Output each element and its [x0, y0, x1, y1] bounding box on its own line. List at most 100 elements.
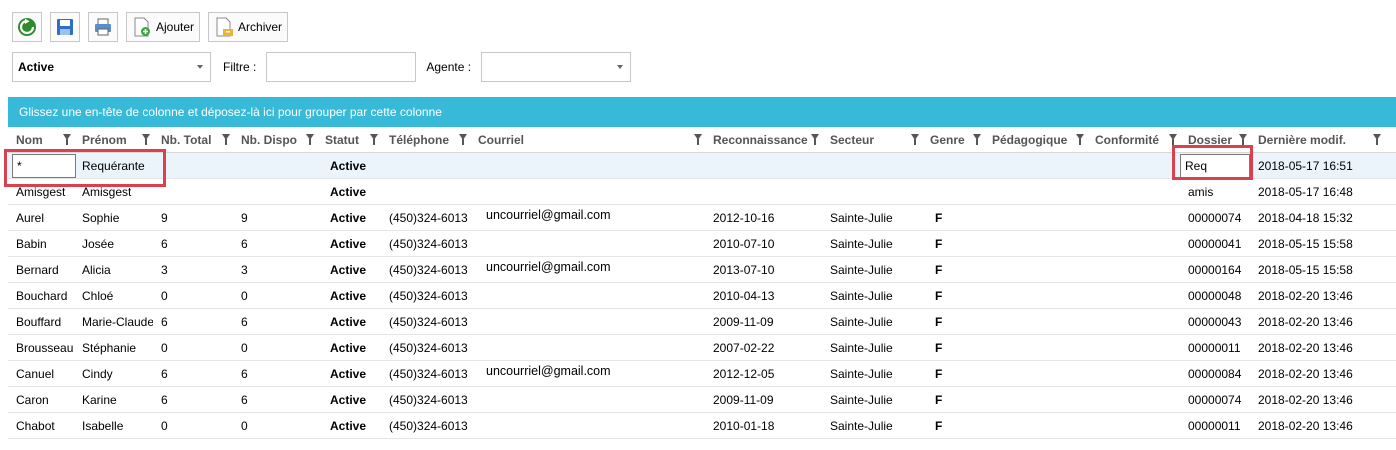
- column-header-genre[interactable]: Genre: [922, 127, 984, 153]
- print-button[interactable]: [88, 12, 118, 42]
- cell-statut[interactable]: Active: [322, 309, 386, 335]
- status-select[interactable]: Active: [12, 52, 211, 82]
- cell-genre[interactable]: F: [927, 413, 984, 439]
- cell-secteur[interactable]: Sainte-Julie: [822, 413, 922, 439]
- column-header-statut[interactable]: Statut: [317, 127, 381, 153]
- cell-dossier[interactable]: 00000011: [1180, 413, 1250, 439]
- agent-select[interactable]: [481, 52, 632, 82]
- cell-total[interactable]: 6: [153, 309, 233, 335]
- cell-statut[interactable]: Active: [322, 361, 386, 387]
- cell-prenom[interactable]: Sophie: [74, 205, 153, 231]
- cell-modif[interactable]: 2018-02-20 13:46: [1250, 283, 1396, 309]
- table-row[interactable]: Brousseau Stéphanie 0 0 Active (450)324-6013 2…: [8, 335, 1396, 361]
- cell-reco[interactable]: [705, 179, 822, 205]
- table-row[interactable]: Bouffard Marie-Claude 6 6 Active (450)324-601…: [8, 309, 1396, 335]
- cell-dispo[interactable]: 0: [233, 413, 317, 439]
- cell-tel[interactable]: (450)324-6013: [381, 413, 470, 439]
- filter-icon[interactable]: [1076, 134, 1084, 145]
- cell-statut[interactable]: Active: [322, 387, 386, 413]
- filter-input[interactable]: [266, 52, 417, 82]
- archive-button[interactable]: Archiver: [208, 12, 289, 42]
- cell-courriel[interactable]: [478, 231, 705, 257]
- filter-icon[interactable]: [911, 134, 919, 145]
- cell-modif[interactable]: 2018-05-15 15:58: [1250, 231, 1396, 257]
- refresh-button[interactable]: [12, 12, 42, 42]
- filter-icon[interactable]: [1373, 134, 1381, 145]
- cell-statut[interactable]: Active: [322, 205, 386, 231]
- cell-prenom[interactable]: Alicia: [74, 257, 153, 283]
- cell-prenom[interactable]: Marie-Claude: [74, 309, 153, 335]
- cell-dispo[interactable]: 6: [233, 309, 317, 335]
- cell-statut[interactable]: Active: [322, 283, 386, 309]
- cell-genre[interactable]: [927, 179, 984, 205]
- cell-genre[interactable]: F: [927, 231, 984, 257]
- cell-reco[interactable]: 2012-10-16: [705, 205, 822, 231]
- cell-dossier[interactable]: 00000074: [1180, 205, 1250, 231]
- table-row[interactable]: Bernard Alicia 3 3 Active (450)324-6013 uncour…: [8, 257, 1396, 283]
- cell-nom[interactable]: Brousseau: [8, 335, 74, 361]
- cell-genre[interactable]: F: [927, 309, 984, 335]
- cell-dispo[interactable]: 9: [233, 205, 317, 231]
- cell-dispo[interactable]: 6: [233, 231, 317, 257]
- cell-statut[interactable]: Active: [322, 231, 386, 257]
- cell-dossier[interactable]: 00000164: [1180, 257, 1250, 283]
- cell-prenom[interactable]: Stéphanie: [74, 335, 153, 361]
- cell-reco[interactable]: 2012-12-05: [705, 361, 822, 387]
- cell-statut[interactable]: Active: [322, 335, 386, 361]
- cell-dossier[interactable]: amis: [1180, 179, 1250, 205]
- cell-genre[interactable]: F: [927, 387, 984, 413]
- column-header-secteur[interactable]: Secteur: [822, 127, 922, 153]
- cell-total[interactable]: 0: [153, 335, 233, 361]
- filter-icon[interactable]: [142, 134, 150, 145]
- cell-total[interactable]: 9: [153, 205, 233, 231]
- cell-reco[interactable]: 2010-04-13: [705, 283, 822, 309]
- cell-tel[interactable]: (450)324-6013: [381, 257, 470, 283]
- save-button[interactable]: [50, 12, 80, 42]
- column-header-conformite[interactable]: Conformité: [1087, 127, 1180, 153]
- cell-total[interactable]: 6: [153, 231, 233, 257]
- table-row[interactable]: Amisgest Amisgest Active amis 2018-05-17 16:…: [8, 179, 1396, 205]
- cell-nom[interactable]: Bouffard: [8, 309, 74, 335]
- cell-courriel[interactable]: [478, 335, 705, 361]
- column-header-telephone[interactable]: Téléphone: [381, 127, 470, 153]
- table-row[interactable]: Babin Josée 6 6 Active (450)324-6013 2010-07-1…: [8, 231, 1396, 257]
- cell-courriel[interactable]: uncourriel@gmail.com: [478, 257, 705, 283]
- cell-dispo[interactable]: 3: [233, 257, 317, 283]
- cell-courriel[interactable]: [478, 387, 705, 413]
- cell-genre[interactable]: F: [927, 283, 984, 309]
- add-button[interactable]: Ajouter: [126, 12, 201, 42]
- cell-total[interactable]: 0: [153, 413, 233, 439]
- cell-reco[interactable]: 2010-01-18: [705, 413, 822, 439]
- cell-dossier[interactable]: 00000043: [1180, 309, 1250, 335]
- cell-genre[interactable]: F: [927, 205, 984, 231]
- cell-genre[interactable]: F: [927, 257, 984, 283]
- cell-prenom[interactable]: Cindy: [74, 361, 153, 387]
- new-row-statut[interactable]: Active: [322, 153, 386, 179]
- cell-dispo[interactable]: 6: [233, 361, 317, 387]
- filter-icon[interactable]: [222, 134, 230, 145]
- table-row[interactable]: Aurel Sophie 9 9 Active (450)324-6013 uncourri…: [8, 205, 1396, 231]
- cell-genre[interactable]: F: [927, 335, 984, 361]
- cell-modif[interactable]: 2018-05-15 15:58: [1250, 257, 1396, 283]
- table-row[interactable]: Chabot Isabelle 0 0 Active (450)324-6013 2010-…: [8, 413, 1396, 439]
- cell-nom[interactable]: Bouchard: [8, 283, 74, 309]
- cell-tel[interactable]: (450)324-6013: [381, 361, 470, 387]
- cell-tel[interactable]: (450)324-6013: [381, 205, 470, 231]
- cell-prenom[interactable]: Chloé: [74, 283, 153, 309]
- filter-icon[interactable]: [1239, 134, 1247, 145]
- cell-modif[interactable]: 2018-02-20 13:46: [1250, 309, 1396, 335]
- cell-modif[interactable]: 2018-02-20 13:46: [1250, 361, 1396, 387]
- cell-prenom[interactable]: Josée: [74, 231, 153, 257]
- cell-prenom[interactable]: Karine: [74, 387, 153, 413]
- cell-dossier[interactable]: 00000084: [1180, 361, 1250, 387]
- cell-dispo[interactable]: [233, 179, 317, 205]
- cell-dossier[interactable]: 00000048: [1180, 283, 1250, 309]
- filter-icon[interactable]: [811, 134, 819, 145]
- cell-modif[interactable]: 2018-02-20 13:46: [1250, 335, 1396, 361]
- cell-nom[interactable]: Aurel: [8, 205, 74, 231]
- cell-tel[interactable]: (450)324-6013: [381, 283, 470, 309]
- cell-secteur[interactable]: Sainte-Julie: [822, 309, 922, 335]
- cell-tel[interactable]: (450)324-6013: [381, 335, 470, 361]
- new-row-modif[interactable]: 2018-05-17 16:51: [1250, 153, 1396, 179]
- cell-dispo[interactable]: 6: [233, 387, 317, 413]
